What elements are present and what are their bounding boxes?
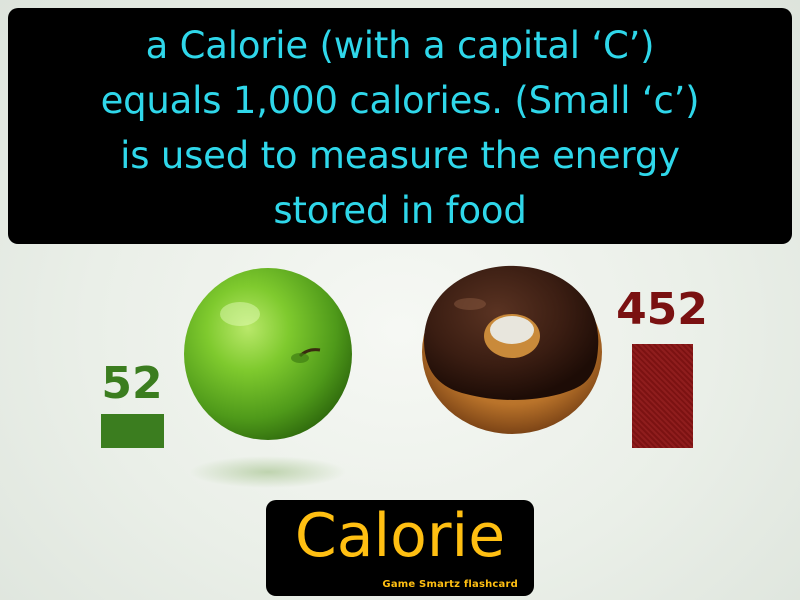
definition-line-4: stored in food (273, 189, 527, 232)
apple-calorie-bar (101, 414, 164, 448)
term-panel: Calorie Game Smartz flashcard (266, 500, 534, 596)
donut-calorie-bar (632, 344, 693, 448)
apple-image (184, 268, 352, 488)
flashcard-credit: Game Smartz flashcard (382, 579, 518, 590)
definition-line-1: a Calorie (with a capital ‘C’) (145, 24, 655, 67)
definition-panel: a Calorie (with a capital ‘C’) equals 1,… (8, 8, 792, 244)
donut-calorie-value: 452 (616, 284, 708, 335)
definition-text: a Calorie (with a capital ‘C’) equals 1,… (22, 18, 778, 238)
term-title: Calorie (294, 501, 506, 571)
definition-line-2: equals 1,000 calories. (Small ‘c’) (100, 79, 700, 122)
definition-line-3: is used to measure the energy (120, 134, 680, 177)
donut-image (422, 265, 602, 434)
apple-calorie-value: 52 (101, 358, 163, 409)
